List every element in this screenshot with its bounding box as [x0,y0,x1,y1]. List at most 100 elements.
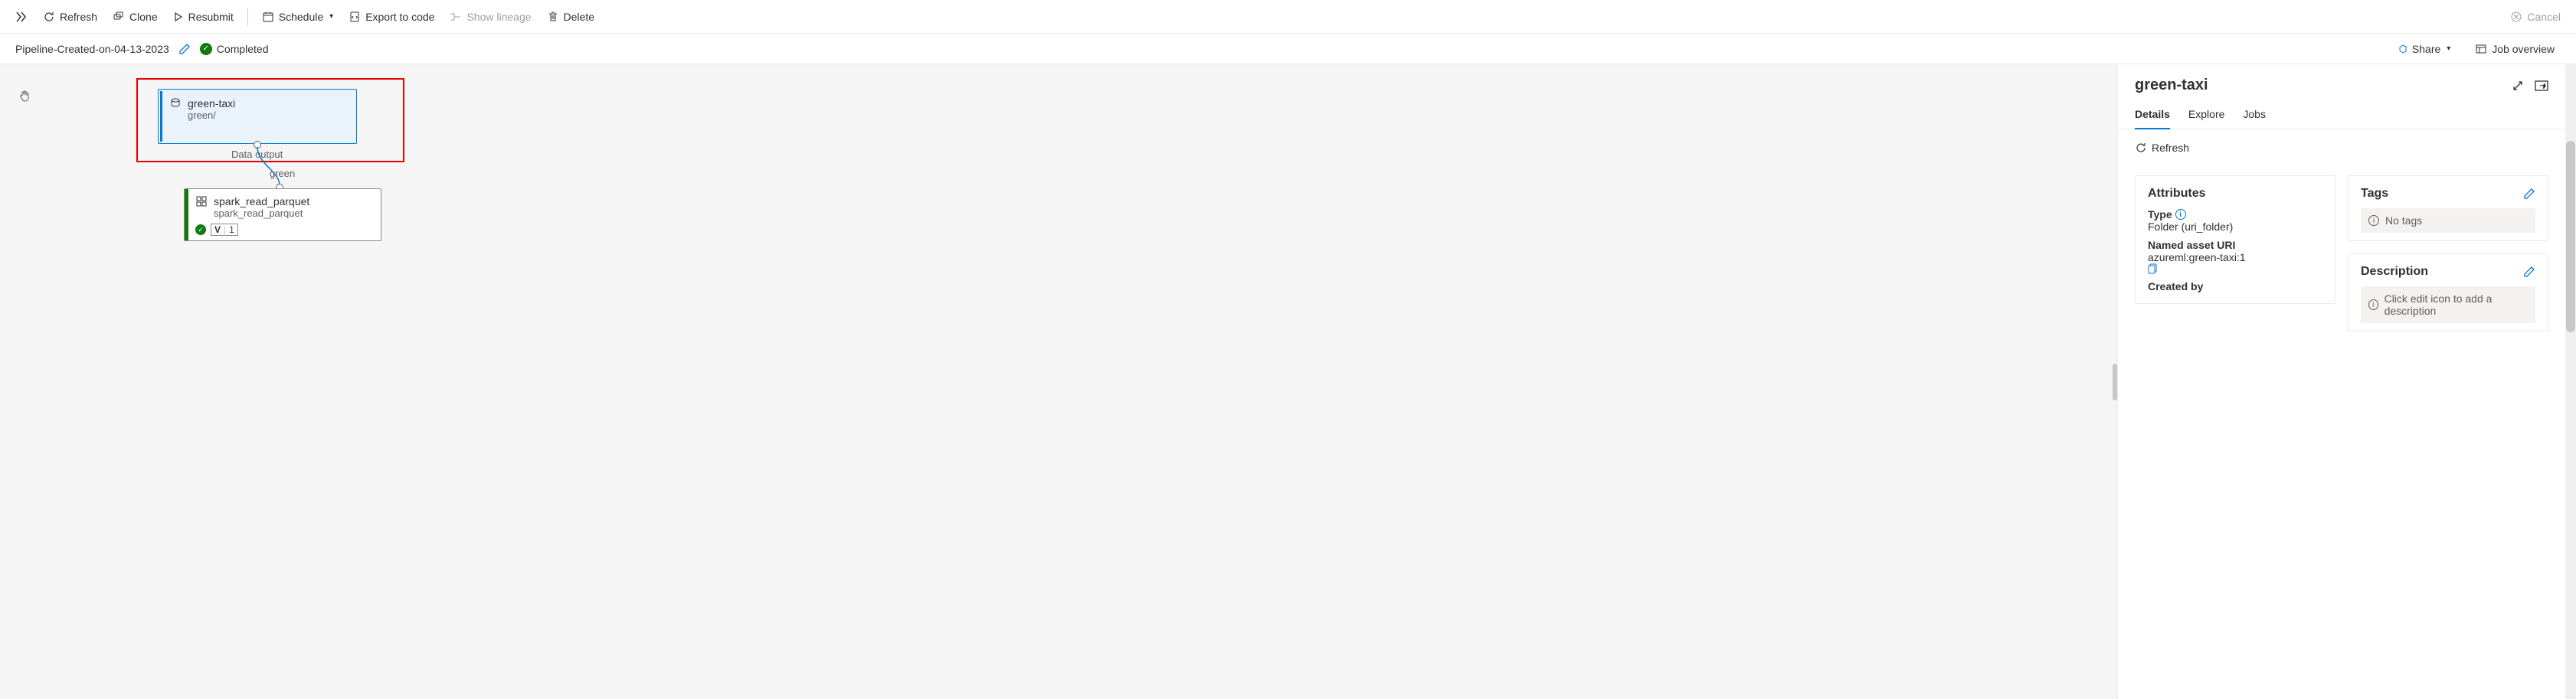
data-node-title: green-taxi [188,97,235,109]
chevron-down-icon: ▾ [329,12,333,21]
lineage-label: Show lineage [466,11,531,23]
export-label: Export to code [365,11,434,23]
no-tags-placeholder: i No tags [2361,208,2535,233]
node-accent-bar [185,189,188,240]
popout-panel-button[interactable] [2535,80,2548,92]
resubmit-button[interactable]: Resubmit [167,6,240,28]
uri-label: Named asset URI [2148,239,2235,251]
play-icon [173,11,184,22]
pipeline-canvas[interactable]: green-taxi green/ Data output green spar… [0,64,2117,699]
schedule-label: Schedule [279,11,323,23]
data-node-green-taxi[interactable]: green-taxi green/ [158,89,357,144]
cancel-button: Cancel [2504,6,2567,28]
lineage-button: Show lineage [444,6,537,28]
edit-description-button[interactable] [2523,266,2535,278]
refresh-label: Refresh [60,11,97,23]
version-number: 1 [229,224,234,235]
compute-node-title: spark_read_parquet [214,195,309,207]
copy-uri-button[interactable] [2148,263,2322,274]
data-output-label: Data output [231,149,283,160]
tags-header: Tags [2361,187,2388,201]
attributes-header: Attributes [2148,187,2206,201]
check-icon: ✓ [195,224,206,235]
expand-panel-button[interactable] [2512,80,2524,92]
compute-node-spark[interactable]: spark_read_parquet spark_read_parquet ✓ … [184,188,381,241]
details-panel: green-taxi Details Explore Jobs Refresh [2117,64,2565,699]
calendar-icon [262,11,274,23]
pipeline-name: Pipeline-Created-on-04-13-2023 [15,43,169,55]
tags-card: Tags i No tags [2348,175,2548,241]
pan-tool-button[interactable] [18,89,32,103]
type-label: Type [2148,208,2172,220]
attributes-card: Attributes Type i Folder (uri_folder) Na… [2135,175,2335,304]
overview-label: Job overview [2492,43,2555,55]
diagonal-arrows-icon [2512,80,2524,92]
clone-button[interactable]: Clone [106,6,164,28]
popout-icon [2535,80,2548,92]
share-button[interactable]: Share ▾ [2389,38,2457,60]
share-icon [2395,43,2407,55]
pencil-icon [178,43,191,55]
no-tags-text: No tags [2385,214,2422,227]
pencil-icon [2523,188,2535,200]
tab-jobs[interactable]: Jobs [2243,100,2266,129]
description-header: Description [2361,265,2428,279]
clone-icon [113,11,125,23]
overview-icon [2475,43,2487,55]
pencil-icon [2523,266,2535,278]
delete-button[interactable]: Delete [541,6,601,28]
resubmit-label: Resubmit [188,11,234,23]
toolbar: Refresh Clone Resubmit Schedule ▾ Export… [0,0,2576,34]
hand-icon [18,89,32,103]
share-label: Share [2412,43,2440,55]
refresh-icon [2135,142,2147,154]
infobar: Pipeline-Created-on-04-13-2023 ✓ Complet… [0,34,2576,64]
tab-details[interactable]: Details [2135,100,2170,129]
toolbar-separator [247,8,248,26]
info-icon[interactable]: i [2175,209,2186,220]
schedule-button[interactable]: Schedule ▾ [256,6,339,28]
dataset-icon [169,97,182,109]
export-button[interactable]: Export to code [342,6,440,28]
type-value: Folder (uri_folder) [2148,220,2322,233]
refresh-icon [43,11,55,23]
tab-explore[interactable]: Explore [2188,100,2224,129]
main-area: green-taxi green/ Data output green spar… [0,64,2576,699]
compute-node-subtitle: spark_read_parquet [214,207,373,219]
uri-value: azureml:green-taxi:1 [2148,251,2246,263]
node-accent-bar [160,91,162,142]
panel-refresh-button[interactable]: Refresh [2135,137,2548,158]
status-badge: ✓ Completed [200,43,269,55]
info-icon: i [2368,299,2378,310]
data-node-subtitle: green/ [188,109,345,121]
vertical-scrollbar[interactable] [2565,64,2576,699]
code-file-icon [349,11,361,23]
status-label: Completed [217,43,269,55]
cancel-icon [2510,11,2522,23]
chevron-down-icon: ▾ [2447,44,2450,53]
scrollbar-thumb[interactable] [2566,141,2575,332]
panel-tabs: Details Explore Jobs [2118,100,2565,129]
panel-refresh-label: Refresh [2152,142,2189,154]
description-placeholder: i Click edit icon to add a description [2361,286,2535,323]
description-card: Description i Click edit icon to add a d… [2348,253,2548,332]
clone-label: Clone [129,11,158,23]
version-prefix: V [214,224,221,235]
copy-icon [2148,263,2159,274]
description-placeholder-text: Click edit icon to add a description [2385,292,2528,317]
created-by-label: Created by [2148,280,2203,292]
refresh-button[interactable]: Refresh [37,6,103,28]
data-output-port[interactable] [254,141,261,149]
double-chevron-right-icon [15,11,28,23]
edit-tags-button[interactable] [2523,188,2535,200]
expand-button[interactable] [9,6,34,28]
edit-name-button[interactable] [178,43,191,55]
job-overview-button[interactable]: Job overview [2469,38,2561,60]
delete-label: Delete [564,11,594,23]
component-icon [195,195,208,207]
lineage-icon [450,11,462,23]
version-badge: V | 1 [211,224,238,236]
check-icon: ✓ [200,43,212,55]
panel-title: green-taxi [2135,77,2208,94]
edge-label: green [270,168,295,179]
